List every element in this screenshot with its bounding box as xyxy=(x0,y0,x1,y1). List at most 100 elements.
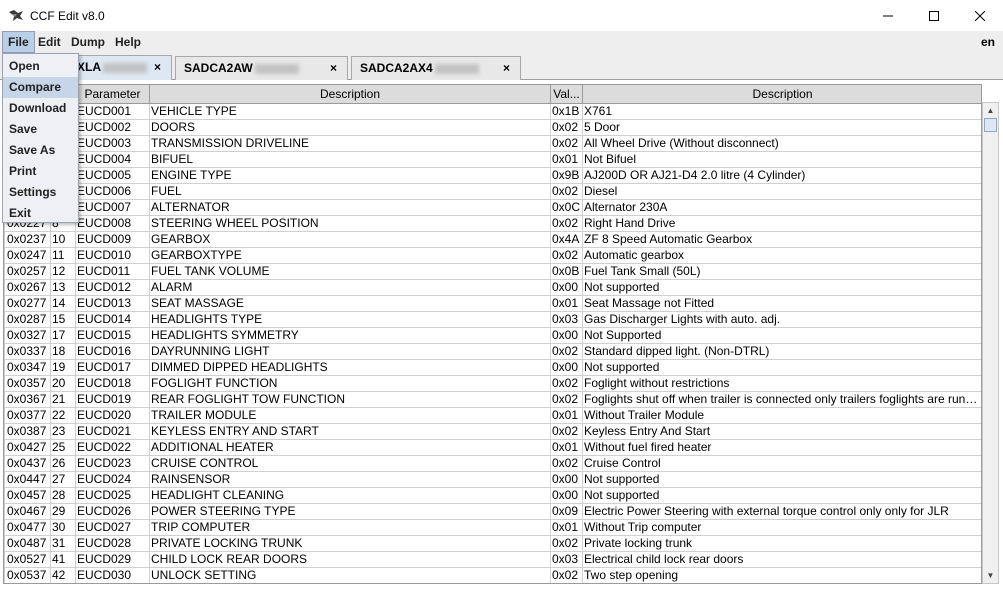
table-row[interactable]: 0x01474EUCD004BIFUEL0x01Not Bifuel xyxy=(4,151,981,168)
cell-value-description[interactable]: Gas Discharger Lights with auto. adj. xyxy=(582,311,981,328)
cell-description[interactable]: DAYRUNNING LIGHT xyxy=(149,343,551,360)
menu-item-download[interactable]: Download xyxy=(3,98,78,119)
cell-value[interactable]: 0x02 xyxy=(550,535,583,552)
cell-index[interactable]: 21 xyxy=(50,391,76,408)
cell-address[interactable]: 0x0457 xyxy=(4,487,51,504)
cell-address[interactable]: 0x0277 xyxy=(4,295,51,312)
table-row[interactable]: 0x0337 18 EUCD016 DAYRUNNING LIGHT 0x02 Stand… xyxy=(4,343,981,360)
cell-value-description[interactable]: Alternator 230A xyxy=(582,199,981,216)
cell-description[interactable]: STEERING WHEEL POSITION xyxy=(149,215,551,232)
cell-index[interactable]: 27 xyxy=(50,471,76,488)
cell-address[interactable]: 0x0287 xyxy=(4,311,51,328)
cell-value[interactable]: 0x02 xyxy=(550,215,583,232)
table-row[interactable]: 0x0377 22 EUCD020 TRAILER MODULE 0x01 Without… xyxy=(4,407,981,424)
cell-index[interactable]: 30 xyxy=(50,519,76,536)
table-row[interactable]: 0x01272EUCD002DOORS0x025 Door xyxy=(4,119,981,136)
cell-description[interactable]: FUEL xyxy=(149,183,551,200)
column-header-value[interactable]: Val... xyxy=(550,85,583,104)
scroll-thumb[interactable] xyxy=(984,118,997,132)
cell-description[interactable]: SEAT MASSAGE xyxy=(149,295,551,312)
cell-description[interactable]: CHILD LOCK REAR DOORS xyxy=(149,551,551,568)
tab-file-2[interactable]: SADCA2AW × xyxy=(175,56,348,80)
cell-index[interactable]: 29 xyxy=(50,503,76,520)
cell-address[interactable]: 0x0357 xyxy=(4,375,51,392)
cell-index[interactable]: 17 xyxy=(50,327,76,344)
table-row[interactable]: 0x0537 42 EUCD030 UNLOCK SETTING 0x02 Two ste… xyxy=(4,567,981,583)
cell-address[interactable]: 0x0437 xyxy=(4,455,51,472)
cell-address[interactable]: 0x0387 xyxy=(4,423,51,440)
table-row[interactable]: 0x0487 31 EUCD028 PRIVATE LOCKING TRUNK 0x02… xyxy=(4,535,981,552)
cell-value-description[interactable]: Without Trailer Module xyxy=(582,407,981,424)
table-row[interactable]: 0x0257 12 EUCD011 FUEL TANK VOLUME 0x0B Fuel … xyxy=(4,263,981,280)
cell-index[interactable]: 14 xyxy=(50,295,76,312)
cell-value-description[interactable]: Right Hand Drive xyxy=(582,215,981,232)
cell-description[interactable]: GEARBOX xyxy=(149,231,551,248)
tab-close-icon[interactable]: × xyxy=(154,56,161,78)
cell-value[interactable]: 0x02 xyxy=(550,567,583,583)
cell-value-description[interactable]: Automatic gearbox xyxy=(582,247,981,264)
table-row[interactable]: 0x0467 29 EUCD026 POWER STEERING TYPE 0x09 El… xyxy=(4,503,981,520)
cell-address[interactable]: 0x0447 xyxy=(4,471,51,488)
cell-parameter[interactable]: EUCD028 xyxy=(75,535,150,552)
cell-description[interactable]: TRAILER MODULE xyxy=(149,407,551,424)
cell-value[interactable]: 0x03 xyxy=(550,311,583,328)
table-row[interactable]: 0x01777EUCD007ALTERNATOR0x0CAlternator 2… xyxy=(4,199,981,216)
cell-value[interactable]: 0x02 xyxy=(550,183,583,200)
cell-value-description[interactable]: Seat Massage not Fitted xyxy=(582,295,981,312)
table-row[interactable]: 0x0267 13 EUCD012 ALARM 0x00 Not supported xyxy=(4,279,981,296)
cell-value[interactable]: 0x00 xyxy=(550,279,583,296)
menu-item-print[interactable]: Print xyxy=(3,161,78,182)
cell-value-description[interactable]: Without Trip computer xyxy=(582,519,981,536)
menu-file[interactable]: File xyxy=(2,31,35,53)
cell-description[interactable]: FOGLIGHT FUNCTION xyxy=(149,375,551,392)
cell-value[interactable]: 0x09 xyxy=(550,503,583,520)
cell-parameter[interactable]: EUCD001 xyxy=(75,103,150,120)
cell-index[interactable]: 28 xyxy=(50,487,76,504)
cell-value[interactable]: 0x9B xyxy=(550,167,583,184)
cell-value-description[interactable]: Fuel Tank Small (50L) xyxy=(582,263,981,280)
cell-value-description[interactable]: Not supported xyxy=(582,471,981,488)
cell-description[interactable]: HEADLIGHTS TYPE xyxy=(149,311,551,328)
cell-index[interactable]: 22 xyxy=(50,407,76,424)
cell-value[interactable]: 0x02 xyxy=(550,247,583,264)
cell-value-description[interactable]: Keyless Entry And Start xyxy=(582,423,981,440)
cell-parameter[interactable]: EUCD002 xyxy=(75,119,150,136)
cell-address[interactable]: 0x0527 xyxy=(4,551,51,568)
cell-description[interactable]: GEARBOXTYPE xyxy=(149,247,551,264)
cell-value-description[interactable]: Without fuel fired heater xyxy=(582,439,981,456)
tab-close-icon[interactable]: × xyxy=(330,57,337,79)
menu-help[interactable]: Help xyxy=(110,31,146,53)
table-row[interactable]: 0x0447 27 EUCD024 RAINSENSOR 0x00 Not support… xyxy=(4,471,981,488)
cell-value[interactable]: 0x02 xyxy=(550,391,583,408)
table-row[interactable]: 0x0367 21 EUCD019 REAR FOGLIGHT TOW FUNCTIO… xyxy=(4,391,981,408)
cell-parameter[interactable]: EUCD011 xyxy=(75,263,150,280)
cell-description[interactable]: DIMMED DIPPED HEADLIGHTS xyxy=(149,359,551,376)
cell-description[interactable]: HEADLIGHTS SYMMETRY xyxy=(149,327,551,344)
table-row[interactable]: 0x0237 10 EUCD009 GEARBOX 0x4A ZF 8 Speed Aut… xyxy=(4,231,981,248)
cell-index[interactable]: 15 xyxy=(50,311,76,328)
cell-parameter[interactable]: EUCD018 xyxy=(75,375,150,392)
cell-description[interactable]: TRIP COMPUTER xyxy=(149,519,551,536)
table-row[interactable]: 0x0277 14 EUCD013 SEAT MASSAGE 0x01 Seat Mass… xyxy=(4,295,981,312)
table-row[interactable]: 0x01171EUCD001VEHICLE TYPE0x1BX761 xyxy=(4,103,981,120)
table-row[interactable]: 0x0247 11 EUCD010 GEARBOXTYPE 0x02 Automatic … xyxy=(4,247,981,264)
cell-address[interactable]: 0x0337 xyxy=(4,343,51,360)
cell-parameter[interactable]: EUCD009 xyxy=(75,231,150,248)
menu-item-compare[interactable]: Compare xyxy=(3,77,78,98)
cell-description[interactable]: DOORS xyxy=(149,119,551,136)
table-row[interactable]: 0x0427 25 EUCD022 ADDITIONAL HEATER 0x01 With… xyxy=(4,439,981,456)
column-header-value-description[interactable]: Description xyxy=(582,85,981,104)
cell-parameter[interactable]: EUCD025 xyxy=(75,487,150,504)
cell-description[interactable]: RAINSENSOR xyxy=(149,471,551,488)
cell-value-description[interactable]: Not Supported xyxy=(582,327,981,344)
cell-value-description[interactable]: Not Bifuel xyxy=(582,151,981,168)
cell-description[interactable]: KEYLESS ENTRY AND START xyxy=(149,423,551,440)
cell-description[interactable]: POWER STEERING TYPE xyxy=(149,503,551,520)
table-row[interactable]: 0x0347 19 EUCD017 DIMMED DIPPED HEADLIGHTS 0… xyxy=(4,359,981,376)
cell-index[interactable]: 18 xyxy=(50,343,76,360)
cell-value-description[interactable]: Standard dipped light. (Non-DTRL) xyxy=(582,343,981,360)
cell-address[interactable]: 0x0347 xyxy=(4,359,51,376)
cell-description[interactable]: PRIVATE LOCKING TRUNK xyxy=(149,535,551,552)
menu-item-exit[interactable]: Exit xyxy=(3,203,78,224)
cell-value[interactable]: 0x00 xyxy=(550,471,583,488)
